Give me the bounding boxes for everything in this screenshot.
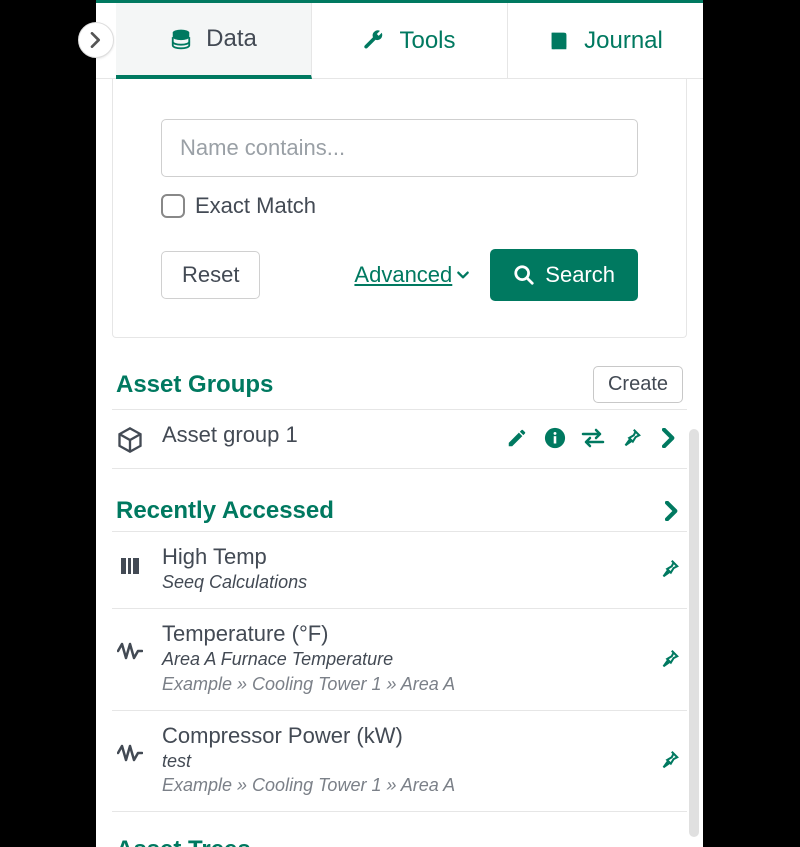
exact-match-checkbox[interactable] <box>161 194 185 218</box>
chevron-down-icon <box>456 268 470 282</box>
search-button-label: Search <box>545 262 615 288</box>
recent-item-path: Example » Cooling Tower 1 » Area A <box>162 773 639 797</box>
asset-group-name: Asset group 1 <box>162 422 487 448</box>
search-button[interactable]: Search <box>490 249 638 301</box>
search-actions: Reset Advanced Search <box>161 249 638 301</box>
recent-item-title: Temperature (°F) <box>162 621 639 647</box>
asset-groups-title: Asset Groups <box>116 371 273 399</box>
recent-item-title: Compressor Power (kW) <box>162 723 639 749</box>
search-icon <box>513 264 535 286</box>
tab-bar: Data Tools Journal <box>96 3 703 79</box>
database-icon <box>170 28 192 50</box>
cube-icon <box>116 426 144 454</box>
info-icon[interactable] <box>543 426 567 450</box>
exact-match-row: Exact Match <box>161 193 638 219</box>
pin-icon[interactable] <box>657 557 681 581</box>
recent-item-subtitle: test <box>162 749 639 773</box>
pin-icon[interactable] <box>657 748 681 772</box>
swap-icon[interactable] <box>581 426 605 450</box>
search-card: Exact Match Reset Advanced Search <box>112 79 687 338</box>
signal-icon <box>116 739 144 767</box>
advanced-label: Advanced <box>354 262 452 288</box>
section-asset-trees: Asset Trees <box>112 836 687 847</box>
book-icon <box>548 30 570 52</box>
recent-item-subtitle: Seeq Calculations <box>162 570 639 594</box>
create-asset-group-button[interactable]: Create <box>593 366 683 403</box>
edit-icon[interactable] <box>505 426 529 450</box>
exact-match-label: Exact Match <box>195 193 316 219</box>
recent-item-title: High Temp <box>162 544 639 570</box>
section-asset-groups: Asset Groups Create Asset group 1 <box>112 366 687 469</box>
recent-item-subtitle: Area A Furnace Temperature <box>162 647 639 671</box>
tab-journal[interactable]: Journal <box>508 3 703 78</box>
scrollbar[interactable] <box>689 429 699 837</box>
content-scroll: Exact Match Reset Advanced Search Asset … <box>96 79 703 847</box>
recent-item[interactable]: Compressor Power (kW) test Example » Coo… <box>112 711 687 813</box>
wrench-icon <box>363 30 385 52</box>
reset-button[interactable]: Reset <box>161 251 260 299</box>
recent-item-path: Example » Cooling Tower 1 » Area A <box>162 672 639 696</box>
recently-accessed-title: Recently Accessed <box>116 497 334 525</box>
panel-frame: Data Tools Journal Exact Match Reset <box>96 0 703 847</box>
section-recently-accessed: Recently Accessed High Temp Seeq Calcula… <box>112 497 687 812</box>
pin-icon[interactable] <box>657 647 681 671</box>
chevron-right-icon[interactable] <box>657 426 681 450</box>
asset-trees-title: Asset Trees <box>116 836 251 847</box>
name-contains-input[interactable] <box>161 119 638 177</box>
advanced-link[interactable]: Advanced <box>354 262 470 288</box>
tab-data-label: Data <box>206 25 257 53</box>
recently-accessed-expand[interactable] <box>661 497 683 525</box>
signal-icon <box>116 637 144 665</box>
pin-icon[interactable] <box>619 426 643 450</box>
tab-tools[interactable]: Tools <box>312 3 508 78</box>
recent-item[interactable]: High Temp Seeq Calculations <box>112 532 687 609</box>
recent-item[interactable]: Temperature (°F) Area A Furnace Temperat… <box>112 609 687 711</box>
asset-group-item[interactable]: Asset group 1 <box>112 410 687 469</box>
tab-journal-label: Journal <box>584 27 663 55</box>
tab-data[interactable]: Data <box>116 3 312 79</box>
panel-expand-handle[interactable] <box>78 22 114 58</box>
tab-tools-label: Tools <box>399 27 455 55</box>
condition-icon <box>116 552 144 580</box>
